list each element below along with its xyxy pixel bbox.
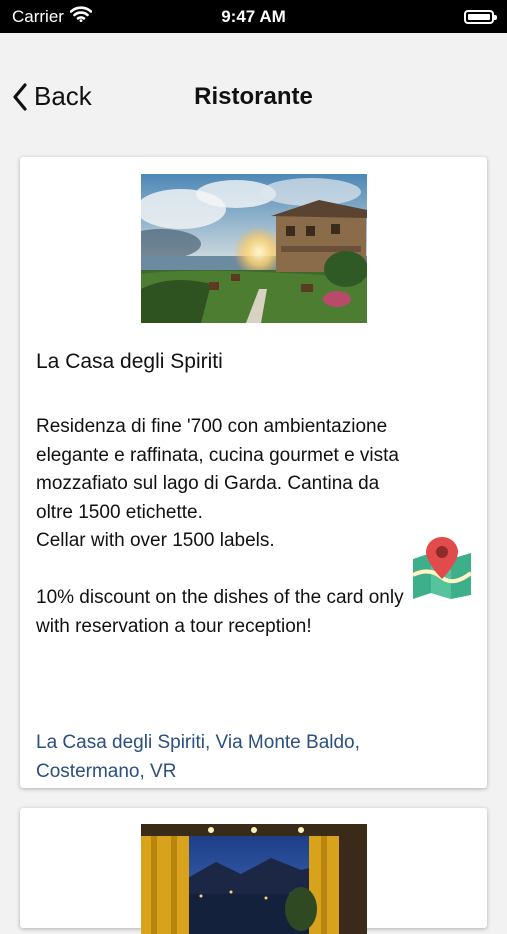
wifi-icon xyxy=(69,6,93,27)
restaurant-address-link[interactable]: La Casa degli Spiriti, Via Monte Baldo, … xyxy=(36,729,406,786)
page-title: Ristorante xyxy=(194,83,313,110)
carrier-label: Carrier xyxy=(12,6,64,26)
restaurant-card[interactable]: La Casa degli Spiriti Residenza di fine … xyxy=(20,157,487,788)
restaurant-photo xyxy=(141,824,367,934)
map-pin-icon[interactable] xyxy=(411,537,473,599)
battery-icon xyxy=(464,9,497,24)
restaurant-card[interactable] xyxy=(20,808,487,934)
navigation-bar: Back Ristorante xyxy=(0,33,507,163)
status-bar: Carrier 9:47 AM xyxy=(0,0,507,33)
restaurant-description: Residenza di fine '700 con ambientazione… xyxy=(36,416,404,637)
restaurant-name: La Casa degli Spiriti xyxy=(36,350,223,373)
restaurant-photo xyxy=(141,174,367,323)
status-left: Carrier xyxy=(12,6,93,27)
